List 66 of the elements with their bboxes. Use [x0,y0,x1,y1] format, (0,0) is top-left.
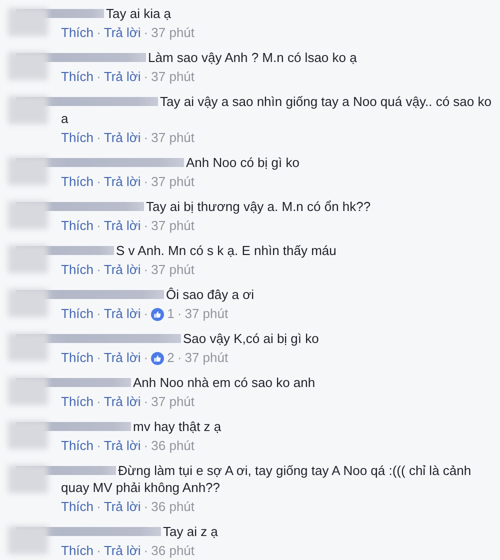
action-link[interactable]: Trả lời [104,69,141,85]
separator-dot: · [144,306,148,322]
action-link[interactable]: Trả lời [104,262,141,278]
comment-time: 37 phút [151,69,195,85]
like-count: 1 [167,306,174,322]
separator-dot: · [96,174,101,190]
separator-dot: · [96,350,101,366]
separator-dot: · [144,543,148,559]
action-link[interactable]: Thích [61,543,94,559]
comment-time: 36 phút [151,499,195,515]
separator-dot: · [96,25,101,41]
separator-dot: · [96,306,101,322]
action-link[interactable]: Thích [61,69,94,85]
separator-dot: · [177,350,182,366]
separator-dot: · [144,130,148,146]
like-icon [151,308,164,320]
separator-dot: · [144,218,148,234]
action-link[interactable]: Thích [61,25,94,41]
separator-dot: · [96,69,101,85]
action-link[interactable]: Thích [61,350,94,366]
separator-dot: · [144,438,148,454]
comment-time: 36 phút [151,543,195,559]
action-link[interactable]: Thích [61,130,94,146]
separator-dot: · [144,262,148,278]
comment-time: 37 phút [151,130,195,146]
separator-dot: · [96,543,101,559]
separator-dot: · [96,394,101,410]
comment-time: 37 phút [151,25,195,41]
comment-time: 36 phút [151,438,195,454]
comment-time: 37 phút [151,174,195,190]
action-link[interactable]: Thích [61,174,94,190]
action-link[interactable]: Trả lời [104,25,141,41]
action-link[interactable]: Trả lời [104,350,141,366]
separator-dot: · [144,25,148,41]
separator-dot: · [96,438,101,454]
action-link[interactable]: Trả lời [104,499,141,515]
separator-dot: · [144,69,148,85]
separator-dot: · [144,499,148,515]
like-count: 2 [167,350,174,366]
separator-dot: · [96,218,101,234]
action-link[interactable]: Trả lời [104,174,141,190]
like-icon [151,352,164,364]
action-link[interactable]: Thích [61,438,94,454]
comment-time: 37 phút [151,218,195,234]
action-link[interactable]: Trả lời [104,438,141,454]
separator-dot: · [96,130,101,146]
comment-time: 37 phút [151,262,195,278]
comment-time: 37 phút [184,350,228,366]
separator-dot: · [144,174,148,190]
action-link[interactable]: Trả lời [104,306,141,322]
comment-time: 37 phút [151,394,195,410]
action-link[interactable]: Trả lời [104,543,141,559]
separator-dot: · [144,394,148,410]
separator-dot: · [96,262,101,278]
action-link[interactable]: Thích [61,262,94,278]
action-link[interactable]: Thích [61,499,94,515]
action-link[interactable]: Trả lời [104,130,141,146]
comment-time: 37 phút [184,306,228,322]
separator-dot: · [144,350,148,366]
action-link[interactable]: Trả lời [104,218,141,234]
action-link[interactable]: Thích [61,394,94,410]
action-link[interactable]: Thích [61,218,94,234]
action-link[interactable]: Thích [61,306,94,322]
action-link[interactable]: Trả lời [104,394,141,410]
separator-dot: · [96,499,101,515]
separator-dot: · [177,306,182,322]
